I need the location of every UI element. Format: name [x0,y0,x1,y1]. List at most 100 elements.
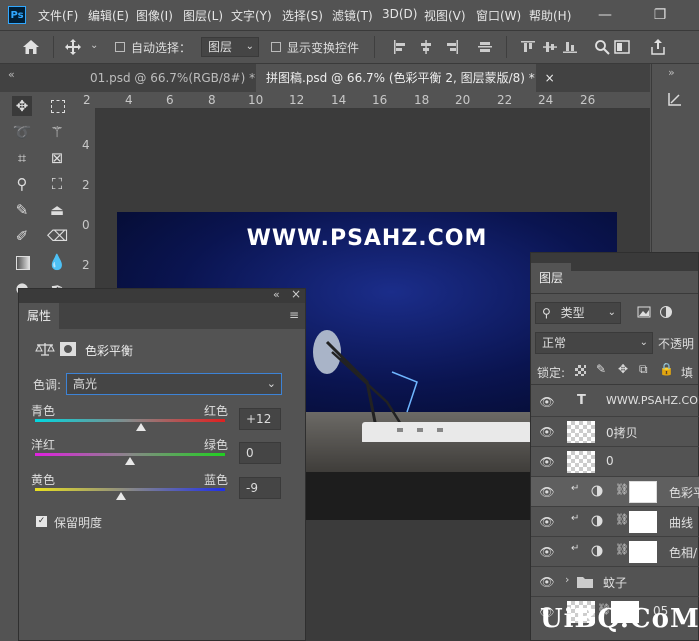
close-icon[interactable]: × [291,287,301,301]
layer-row[interactable]: 👁 0拷贝 [531,417,699,447]
eye-icon[interactable]: 👁 [539,544,555,560]
cyan-red-value-input[interactable]: +12 [239,408,281,430]
tone-dropdown[interactable]: 高光 ⌄ [66,373,282,395]
ruler-label: 12 [289,93,305,107]
layer-row[interactable]: 👁 0 [531,447,699,477]
align-top-icon[interactable] [521,40,535,54]
chain-link-icon[interactable]: ⛓ [615,513,629,526]
blend-mode-dropdown[interactable]: 正常 ⌄ [535,332,653,354]
menu-view[interactable]: 视图(V) [424,7,466,24]
eye-icon[interactable]: 👁 [539,424,555,440]
layer-row[interactable]: 👁 T WWW.PSAHZ.COM [531,387,699,417]
stamp-tool-icon[interactable]: ⏏ [47,200,67,220]
menu-window[interactable]: 窗口(W) [476,7,521,24]
image-filter-icon[interactable] [637,306,651,318]
eye-icon[interactable]: 👁 [539,394,555,410]
history-icon[interactable] [666,90,684,108]
gradient-tool-icon[interactable] [12,252,32,272]
tab-puzzle-psd[interactable]: 拼图稿.psd @ 66.7% (色彩平衡 2, 图层蒙版/8) * × [256,64,555,92]
collapse-icon[interactable]: « [273,288,280,301]
search-icon[interactable] [594,39,610,55]
lasso-tool-icon[interactable]: ➰ [12,122,32,142]
preserve-luminosity-checkbox[interactable]: ✓ [36,516,47,527]
crop-tool-icon[interactable]: ⌗ [12,148,32,168]
menu-image[interactable]: 图像(I) [136,7,173,24]
layer-row[interactable]: 👁 ↵ ⛓ 色相/ [531,537,699,567]
layer-group-row[interactable]: 👁 › 蚊子 [531,567,699,597]
layers-tab[interactable]: 图层 [531,263,571,293]
magenta-green-slider-thumb[interactable] [125,457,135,465]
move-tool-icon[interactable]: ✥ [12,96,32,116]
align-center-icon[interactable] [419,40,433,54]
align-middle-icon[interactable] [543,40,557,54]
minimize-button[interactable]: — [585,2,625,28]
filter-type-dropdown[interactable]: ⚲ 类型 ⌄ [535,302,621,324]
eye-icon[interactable]: 👁 [539,454,555,470]
show-transform-checkbox[interactable] [271,42,281,52]
adjustment-filter-icon[interactable] [659,305,673,319]
yellow-blue-slider-thumb[interactable] [115,492,126,500]
panel-menu-icon[interactable]: ≡ [289,308,299,322]
layer-mask-thumbnail[interactable] [629,511,657,533]
distribute-icon[interactable] [478,40,492,54]
marquee-tool-icon[interactable] [47,96,67,116]
history-brush-tool-icon[interactable]: ✐ [12,226,32,246]
align-bottom-icon[interactable] [563,40,577,54]
move-tool-icon[interactable] [64,38,82,56]
close-icon[interactable]: × [545,71,555,85]
lock-all-icon[interactable]: 🔒 [659,362,674,376]
lock-transparency-icon[interactable] [575,365,586,376]
restore-button[interactable]: ❐ [640,2,680,28]
yellow-blue-value-input[interactable]: -9 [239,477,281,499]
fill-label: 填 [681,366,694,380]
menu-file[interactable]: 文件(F) [38,7,78,24]
align-right-icon[interactable] [445,40,459,54]
yellow-blue-slider-track[interactable] [35,488,225,491]
share-icon[interactable] [650,38,666,56]
chevron-down-icon[interactable]: ⌄ [90,40,98,51]
layer-row[interactable]: 👁 ↵ ⛓ 色彩平 [531,477,699,507]
eraser-tool-icon[interactable]: ⌫ [47,226,68,246]
menu-edit[interactable]: 编辑(E) [88,7,129,24]
cyan-red-slider-thumb[interactable] [136,423,147,431]
menu-3d[interactable]: 3D(D) [382,7,417,21]
opacity-label: 不透明 [658,337,695,351]
menu-filter[interactable]: 滤镜(T) [332,7,373,24]
properties-tab[interactable]: 属性 [19,303,59,329]
brush-tool-icon[interactable]: ✎ [12,200,32,220]
eye-icon[interactable]: 👁 [539,514,555,530]
magenta-green-value-input[interactable]: 0 [239,442,281,464]
ruler-label: 22 [497,93,513,107]
workspace-icon[interactable] [614,39,630,55]
magenta-green-slider-track[interactable] [35,453,225,456]
lock-position-icon[interactable]: ✥ [618,362,628,376]
lock-pixels-icon[interactable]: ✎ [596,362,606,376]
frame-tool-icon[interactable]: ⊠ [47,148,67,168]
menu-help[interactable]: 帮助(H) [529,7,571,24]
layer-row[interactable]: 👁 ↵ ⛓ 曲线 [531,507,699,537]
auto-select-dropdown[interactable]: 图层 ⌄ [201,37,259,57]
chain-link-icon[interactable]: ⛓ [615,483,629,496]
magic-wand-tool-icon[interactable]: ⚚ [47,122,67,142]
home-icon[interactable] [22,39,40,55]
expand-icon[interactable]: » [668,66,675,79]
menu-type[interactable]: 文字(Y) [231,7,272,24]
cyan-red-slider-track[interactable] [35,419,225,422]
chevron-right-icon[interactable]: › [565,573,569,586]
align-left-icon[interactable] [393,40,407,54]
eye-icon[interactable]: 👁 [539,484,555,500]
blur-tool-icon[interactable]: 💧 [47,252,67,272]
menu-layer[interactable]: 图层(L) [183,7,223,24]
eye-icon[interactable]: 👁 [539,574,555,590]
tab-01-psd[interactable]: 01.psd @ 66.7%(RGB/8#) * × [80,64,275,92]
tab-menu-icon[interactable]: « [8,68,15,81]
eyedropper-tool-icon[interactable]: ⚲ [12,174,32,194]
healing-brush-tool-icon[interactable]: ⛶ [47,174,67,194]
mask-icon[interactable] [60,342,76,356]
layer-mask-thumbnail[interactable] [629,481,657,503]
lock-artboard-icon[interactable]: ⧉ [639,362,648,377]
layer-mask-thumbnail[interactable] [629,541,657,563]
chain-link-icon[interactable]: ⛓ [615,543,629,556]
auto-select-checkbox[interactable] [115,42,125,52]
menu-select[interactable]: 选择(S) [282,7,323,24]
